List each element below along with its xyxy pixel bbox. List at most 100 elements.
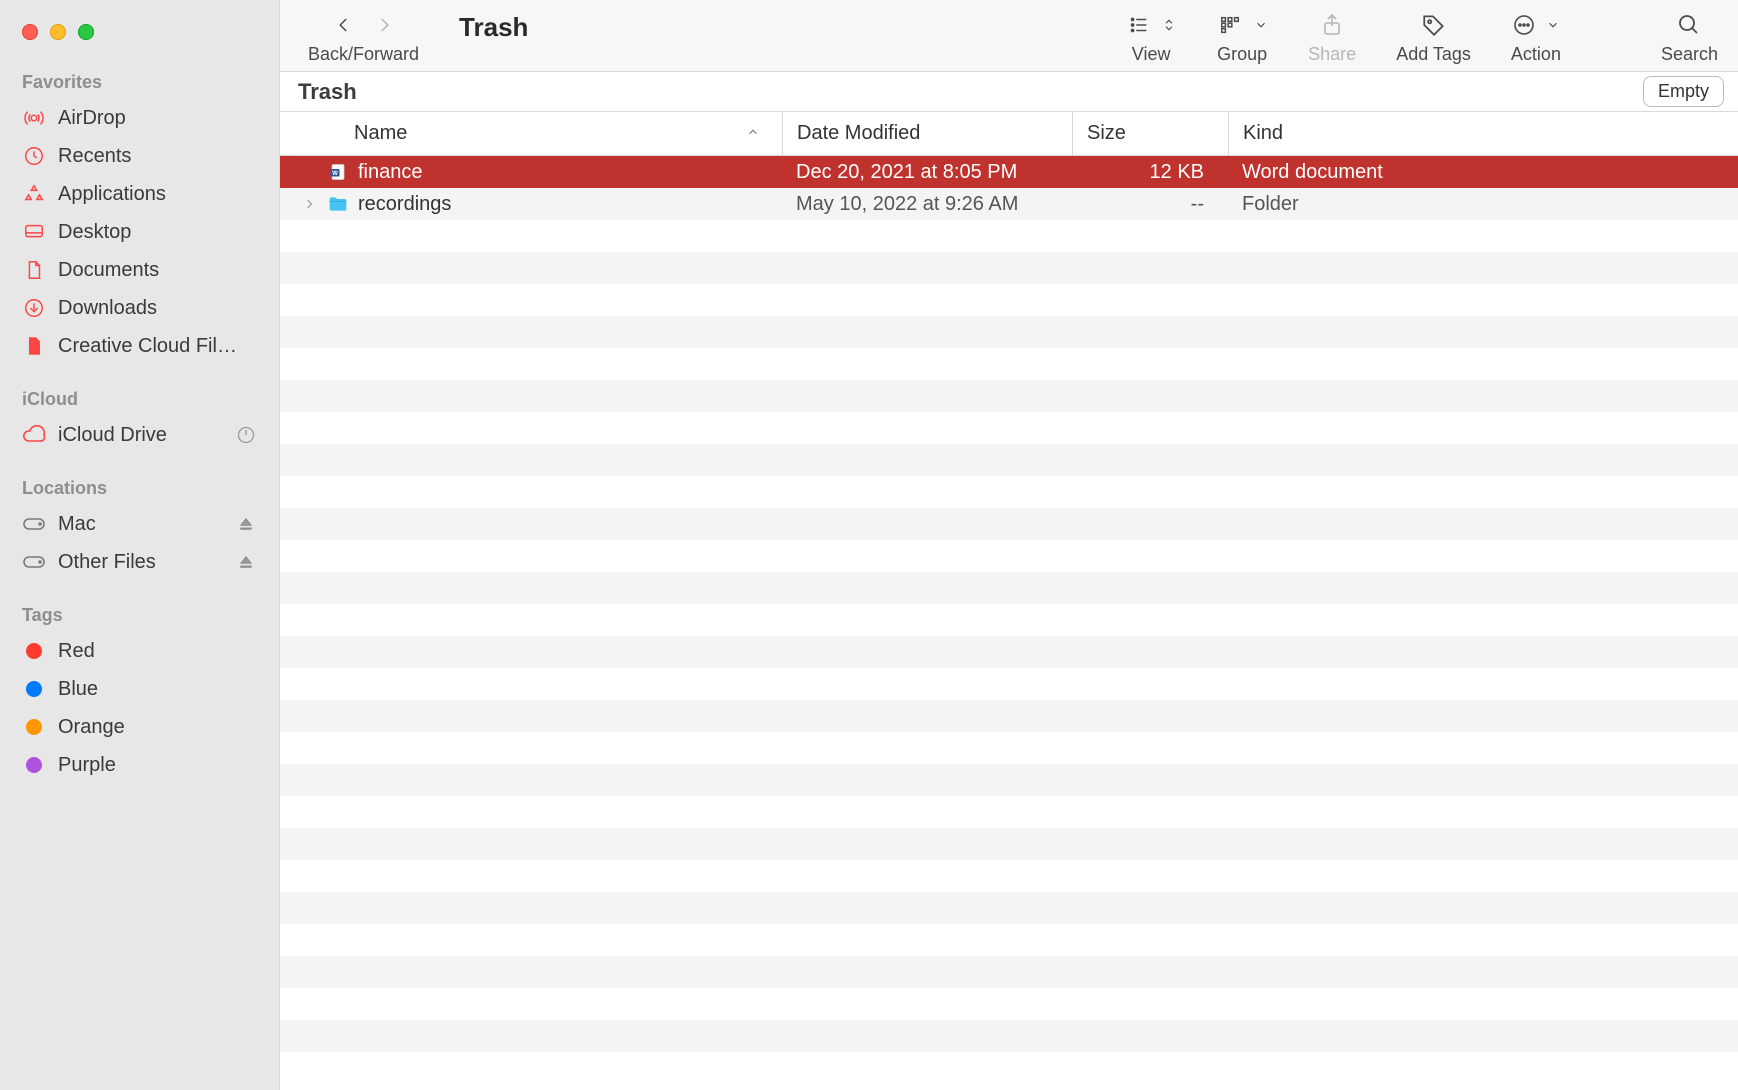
file-row[interactable]: recordings May 10, 2022 at 9:26 AM -- Fo… xyxy=(280,188,1738,220)
toolbar-label: Search xyxy=(1661,44,1718,65)
download-icon xyxy=(22,296,46,320)
empty-row xyxy=(280,764,1738,796)
sort-ascending-icon xyxy=(746,122,760,145)
action-icon xyxy=(1512,13,1536,37)
column-label: Size xyxy=(1087,122,1126,145)
sidebar-item-label: Recents xyxy=(58,145,257,168)
column-name[interactable]: Name xyxy=(280,112,782,155)
zoom-window-button[interactable] xyxy=(78,24,94,40)
empty-row xyxy=(280,636,1738,668)
tag-dot-icon xyxy=(22,753,46,777)
column-size[interactable]: Size xyxy=(1072,112,1228,155)
toolbar-back-forward: Back/Forward xyxy=(308,8,419,65)
sidebar-item-label: Creative Cloud Fil… xyxy=(58,335,257,358)
sidebar-item-label: Blue xyxy=(58,678,257,701)
empty-row xyxy=(280,956,1738,988)
sidebar-item-label: AirDrop xyxy=(58,107,257,130)
file-row[interactable]: W finance Dec 20, 2021 at 8:05 PM 12 KB … xyxy=(280,156,1738,188)
column-label: Date Modified xyxy=(797,122,920,145)
empty-row xyxy=(280,604,1738,636)
file-icon xyxy=(22,334,46,358)
sidebar-locations-list: Mac Other Files xyxy=(0,505,279,581)
sidebar-item-label: Documents xyxy=(58,259,257,282)
empty-row xyxy=(280,860,1738,892)
toolbar-label: Back/Forward xyxy=(308,44,419,65)
sidebar-section-icloud: iCloud xyxy=(0,379,279,416)
column-date-modified[interactable]: Date Modified xyxy=(782,112,1072,155)
empty-row xyxy=(280,1020,1738,1052)
sidebar-section-locations: Locations xyxy=(0,468,279,505)
sidebar-item-label: Red xyxy=(58,640,257,663)
empty-row xyxy=(280,732,1738,764)
toolbar-action[interactable]: Action xyxy=(1511,8,1561,65)
sidebar-tag-orange[interactable]: Orange xyxy=(10,708,269,746)
toolbar-search[interactable]: Search xyxy=(1661,8,1718,65)
eject-icon[interactable] xyxy=(235,516,257,532)
empty-row xyxy=(280,444,1738,476)
sidebar-item-creative-cloud[interactable]: Creative Cloud Fil… xyxy=(10,327,269,365)
folder-icon xyxy=(328,193,348,215)
share-icon xyxy=(1320,12,1344,38)
sidebar-item-airdrop[interactable]: AirDrop xyxy=(10,99,269,137)
file-size: -- xyxy=(1072,193,1228,216)
list-view-icon xyxy=(1126,14,1152,36)
sidebar-item-icloud-drive[interactable]: iCloud Drive xyxy=(10,416,269,454)
toolbar-view[interactable]: View xyxy=(1126,8,1176,65)
minimize-window-button[interactable] xyxy=(50,24,66,40)
window-title: Trash xyxy=(459,8,528,43)
column-label: Name xyxy=(354,122,407,145)
sidebar-tag-purple[interactable]: Purple xyxy=(10,746,269,784)
updown-icon xyxy=(1162,15,1176,35)
sidebar: Favorites AirDrop Recents Applications xyxy=(0,0,280,1090)
sidebar-tag-red[interactable]: Red xyxy=(10,632,269,670)
sidebar-item-downloads[interactable]: Downloads xyxy=(10,289,269,327)
empty-row xyxy=(280,540,1738,572)
sidebar-item-desktop[interactable]: Desktop xyxy=(10,213,269,251)
disclosure-triangle[interactable] xyxy=(300,198,318,210)
empty-trash-button[interactable]: Empty xyxy=(1643,76,1724,107)
search-icon xyxy=(1677,13,1701,37)
empty-row xyxy=(280,988,1738,1020)
file-date: Dec 20, 2021 at 8:05 PM xyxy=(782,161,1072,184)
empty-row xyxy=(280,828,1738,860)
sidebar-item-recents[interactable]: Recents xyxy=(10,137,269,175)
back-button[interactable] xyxy=(329,10,359,40)
toolbar-label: View xyxy=(1132,44,1171,65)
desktop-icon xyxy=(22,220,46,244)
forward-button[interactable] xyxy=(369,10,399,40)
sidebar-tags-list: Red Blue Orange Purple xyxy=(0,632,279,784)
empty-row xyxy=(280,572,1738,604)
empty-row xyxy=(280,348,1738,380)
chevron-down-icon xyxy=(1254,18,1268,32)
sidebar-item-other-files[interactable]: Other Files xyxy=(10,543,269,581)
empty-row xyxy=(280,700,1738,732)
file-name: finance xyxy=(358,161,423,184)
sidebar-item-label: Downloads xyxy=(58,297,257,320)
column-kind[interactable]: Kind xyxy=(1228,112,1738,155)
eject-icon[interactable] xyxy=(235,554,257,570)
clock-icon xyxy=(22,144,46,168)
close-window-button[interactable] xyxy=(22,24,38,40)
sync-progress-icon xyxy=(235,425,257,445)
finder-window: Favorites AirDrop Recents Applications xyxy=(0,0,1738,1090)
file-date: May 10, 2022 at 9:26 AM xyxy=(782,193,1072,216)
sidebar-item-label: Other Files xyxy=(58,551,223,574)
empty-row xyxy=(280,252,1738,284)
empty-row xyxy=(280,220,1738,252)
toolbar-label: Group xyxy=(1217,44,1267,65)
empty-row xyxy=(280,668,1738,700)
disk-icon xyxy=(22,512,46,536)
toolbar-add-tags[interactable]: Add Tags xyxy=(1396,8,1471,65)
sidebar-item-documents[interactable]: Documents xyxy=(10,251,269,289)
sidebar-item-label: Mac xyxy=(58,513,223,536)
word-document-icon: W xyxy=(328,161,348,183)
sidebar-item-label: Desktop xyxy=(58,221,257,244)
sidebar-section-favorites: Favorites xyxy=(0,62,279,99)
file-list: W finance Dec 20, 2021 at 8:05 PM 12 KB … xyxy=(280,156,1738,1090)
sidebar-item-label: Applications xyxy=(58,183,257,206)
sidebar-item-mac[interactable]: Mac xyxy=(10,505,269,543)
file-kind: Folder xyxy=(1228,193,1738,216)
toolbar-group[interactable]: Group xyxy=(1216,8,1268,65)
sidebar-tag-blue[interactable]: Blue xyxy=(10,670,269,708)
sidebar-item-applications[interactable]: Applications xyxy=(10,175,269,213)
